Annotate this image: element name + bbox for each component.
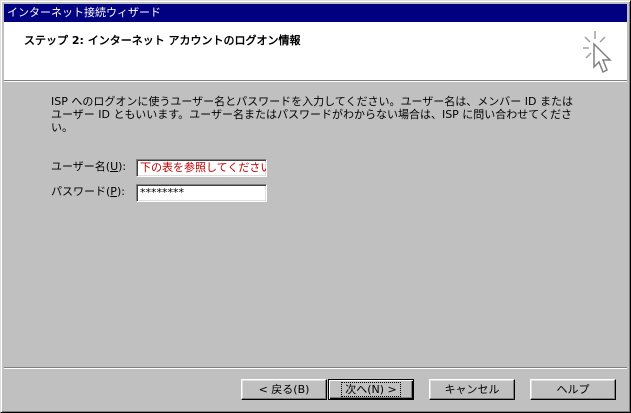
header-divider [4,81,627,82]
step-title: ステップ 2: インターネット アカウントのログオン情報 [24,34,301,47]
password-label: パスワード(P): [51,185,125,198]
description-text: ISP へのログオンに使うユーザー名とパスワードを入力してください。ユーザー名は… [51,95,573,134]
wizard-window: インターネット接続ウィザード ステップ 2: インターネット アカウントのログオ… [0,0,631,413]
cancel-button[interactable]: キャンセル [429,379,515,400]
help-button[interactable]: ヘルプ [530,379,616,400]
username-input[interactable]: 下の表を参照してください [136,159,267,177]
next-button[interactable]: 次へ(N) > [328,379,414,400]
wizard-header: ステップ 2: インターネット アカウントのログオン情報 [4,22,627,81]
next-button-label: 次へ(N) > [341,382,401,397]
title-bar[interactable]: インターネット接続ウィザード [4,4,627,22]
cancel-button-label: キャンセル [444,383,500,396]
window-title: インターネット接続ウィザード [7,6,161,19]
help-button-label: ヘルプ [556,383,590,396]
username-label: ユーザー名(U): [51,160,127,173]
password-input[interactable]: ******** [136,184,267,202]
footer-divider [4,367,627,369]
back-button-label: < 戻る(B) [258,383,310,396]
back-button[interactable]: < 戻る(B) [241,379,327,400]
wizard-cursor-icon [583,31,612,74]
